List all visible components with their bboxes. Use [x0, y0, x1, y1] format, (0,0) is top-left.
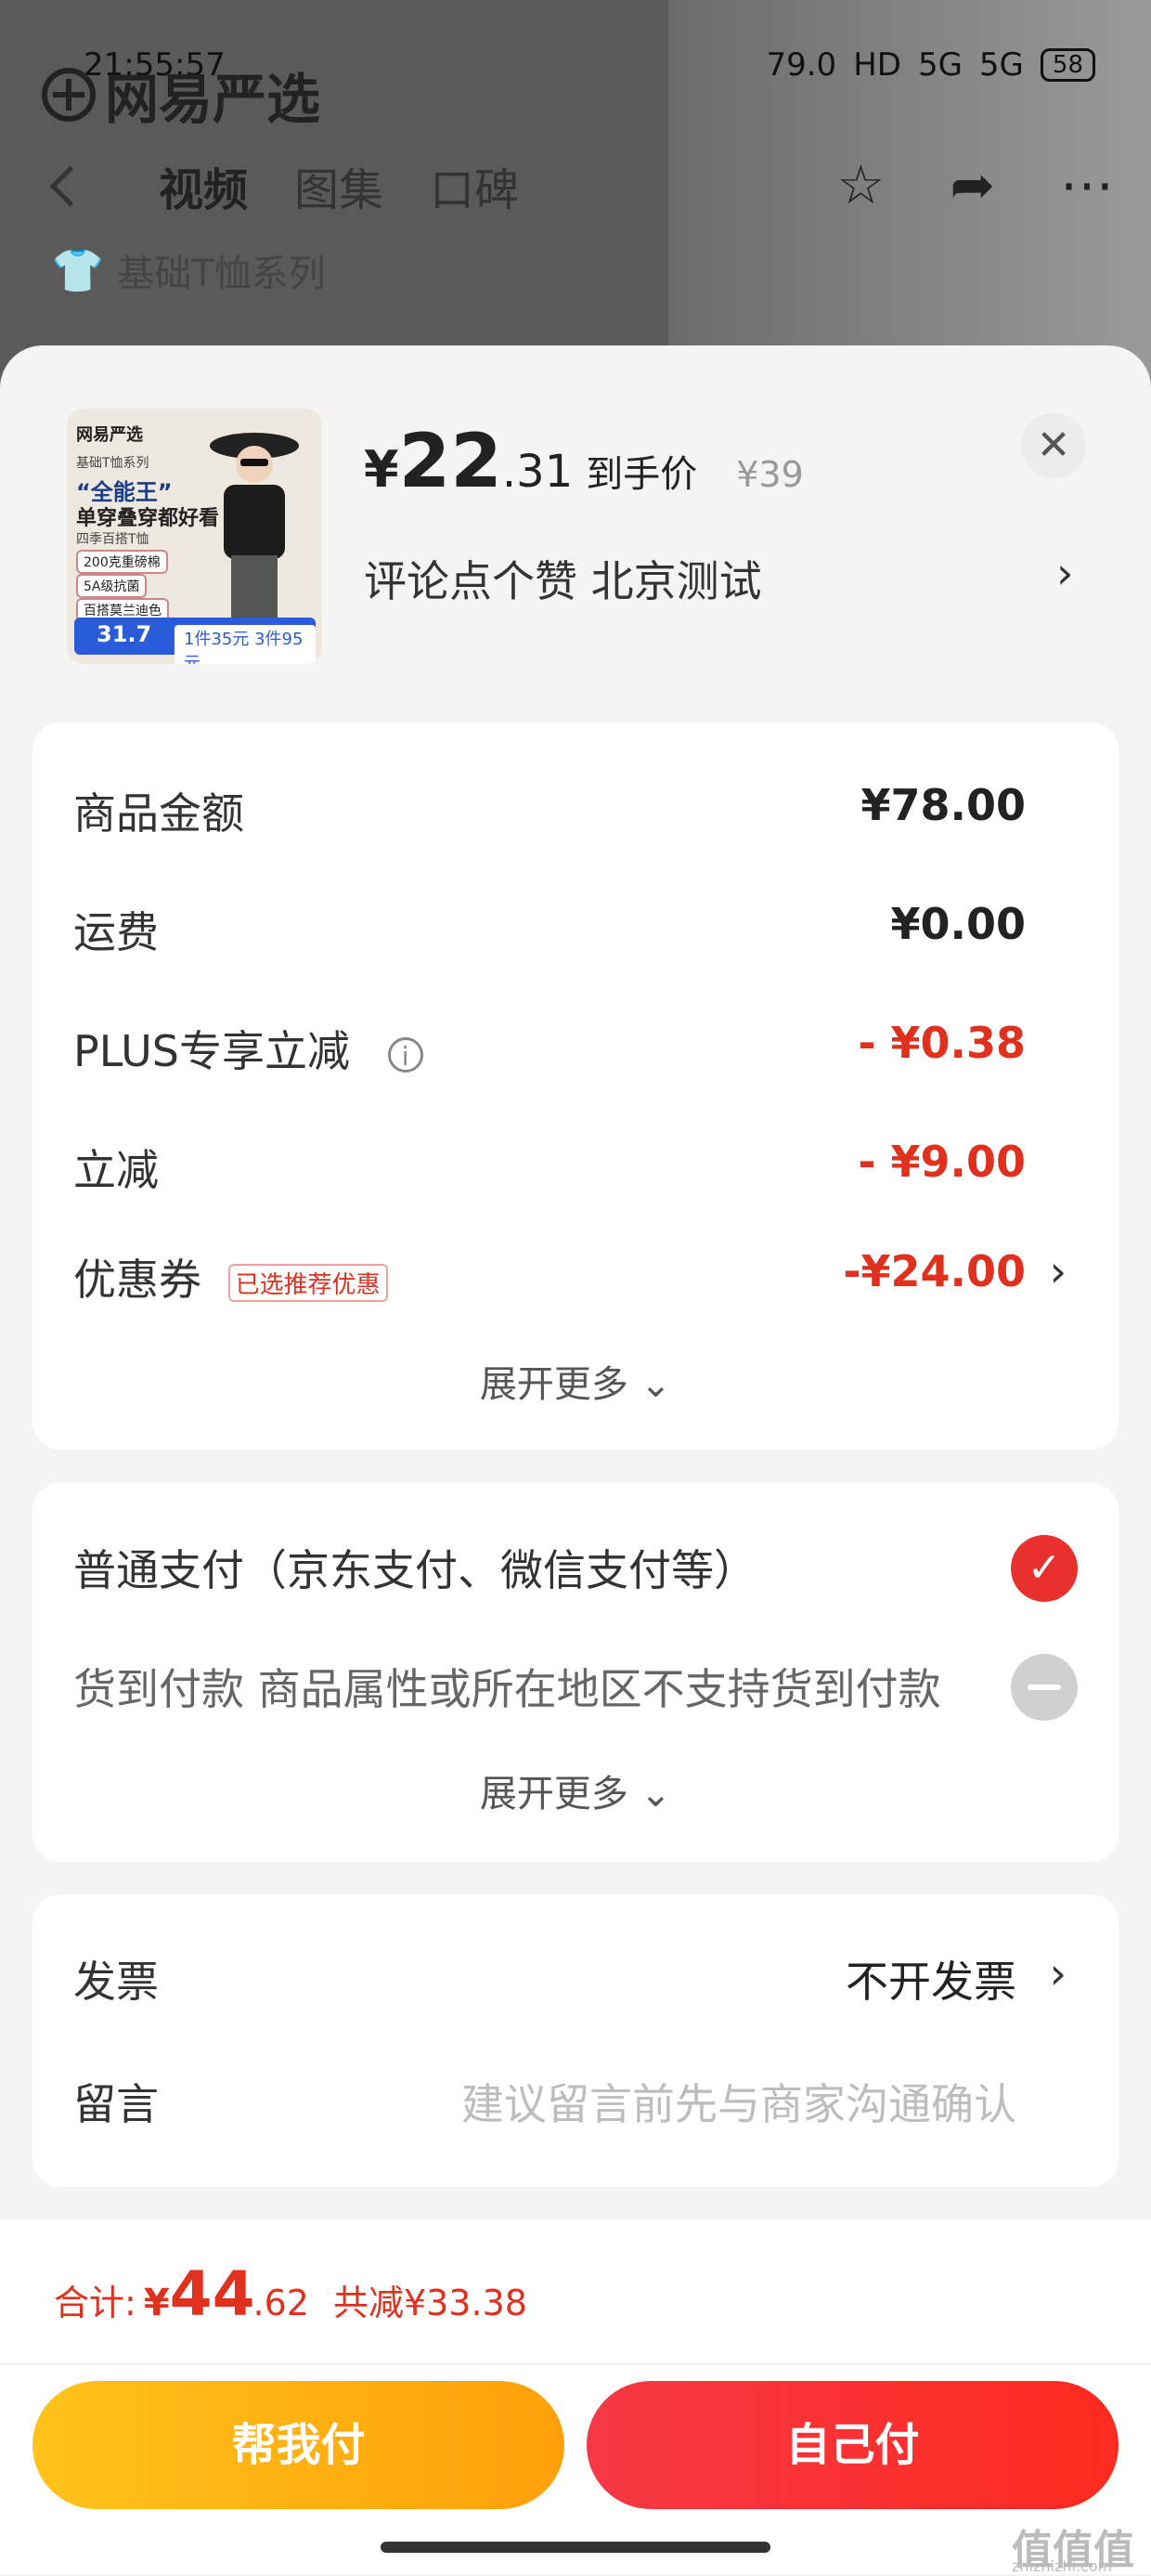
- battery-indicator: 58: [1040, 48, 1095, 82]
- coupon-badge: 已选推荐优惠: [227, 1264, 388, 1302]
- expand-more[interactable]: 展开更多 ⌄: [32, 1354, 1119, 1408]
- thumb-price-bar: 31.7 1件35元 3件95元: [74, 618, 316, 664]
- amount-row: PLUS专享立减 i - ¥0.38: [73, 1018, 1119, 1079]
- price-yen: ¥: [364, 440, 399, 499]
- price-integer: 22: [398, 418, 502, 504]
- watermark-url: zhizhizhi.com: [1012, 2557, 1113, 2575]
- total-decimal: .62: [252, 2283, 309, 2323]
- signal-1: 5G: [917, 46, 963, 84]
- amount-value: - ¥9.00: [858, 1137, 1026, 1187]
- payment-option-label: 普通支付（京东支付、微信支付等）: [73, 1545, 757, 1595]
- amount-value: ¥0.00: [890, 899, 1026, 949]
- amount-label: 商品金额: [73, 788, 244, 839]
- invoice-row[interactable]: 发票 不开发票 ›: [73, 1948, 1119, 2010]
- payment-option-label: 货到付款 商品属性或所在地区不支持货到付款: [73, 1664, 941, 1714]
- total-integer: 44: [169, 2258, 255, 2330]
- signal-2: 5G: [978, 46, 1024, 84]
- amount-label: 立减: [73, 1145, 159, 1195]
- product-price: ¥ 22 .31 到手价 ¥39: [364, 418, 804, 504]
- amount-label: 优惠券: [73, 1255, 201, 1305]
- amount-value: ¥78.00: [860, 780, 1026, 830]
- chevron-right-icon[interactable]: ›: [1050, 1246, 1067, 1296]
- expand-more-label: 展开更多: [479, 1363, 628, 1406]
- footer-divider: [0, 2363, 1151, 2365]
- total-label: 合计:: [54, 2283, 136, 2323]
- top-nav: 视频 图集 口碑 ☆ ➦ ⋯: [49, 153, 1114, 218]
- amounts-card: 商品金额 ¥78.00 运费 ¥0.00 PLUS专享立减 i - ¥0.38 …: [32, 722, 1119, 1450]
- chevron-right-icon[interactable]: ›: [1056, 548, 1073, 598]
- amount-value: -¥24.00: [843, 1246, 1026, 1296]
- product-thumbnail[interactable]: 网易严选 基础T恤系列 “全能王” 单穿叠穿都好看 四季百搭T恤 200克重磅棉…: [67, 409, 322, 664]
- amount-label: 运费: [73, 907, 159, 957]
- tshirt-icon: 👕: [51, 244, 105, 295]
- brand-name: 网易严选: [105, 68, 321, 131]
- expand-more[interactable]: 展开更多 ⌄: [32, 1763, 1119, 1817]
- note-label: 留言: [73, 2079, 159, 2129]
- thumb-price: 31.7: [97, 621, 152, 647]
- thumb-promo: 1件35元 3件95元: [175, 625, 316, 664]
- payment-card: 普通支付（京东支付、微信支付等） ✓ 货到付款 商品属性或所在地区不支持货到付款…: [32, 1483, 1119, 1862]
- info-icon[interactable]: i: [387, 1036, 423, 1073]
- help-pay-button[interactable]: 帮我付: [32, 2381, 564, 2509]
- note-row[interactable]: 留言 建议留言前先与商家沟通确认: [73, 2071, 1119, 2132]
- back-icon[interactable]: [49, 165, 91, 206]
- note-input[interactable]: 建议留言前先与商家沟通确认: [461, 2071, 1016, 2132]
- thumb-season: 四季百搭T恤: [76, 532, 149, 547]
- chevron-down-icon: ⌄: [640, 1773, 672, 1815]
- coupon-row[interactable]: 优惠券 已选推荐优惠 -¥24.00 ›: [73, 1246, 1119, 1308]
- amount-row: 商品金额 ¥78.00: [73, 780, 1119, 841]
- tab-reviews[interactable]: 口碑: [430, 153, 519, 218]
- payment-option: 货到付款 商品属性或所在地区不支持货到付款: [73, 1656, 1119, 1717]
- invoice-label: 发票: [73, 1957, 159, 2007]
- check-disabled-icon: [1011, 1654, 1078, 1721]
- thumb-brand: 网易严选: [76, 425, 143, 445]
- extras-card: 发票 不开发票 › 留言 建议留言前先与商家沟通确认: [32, 1894, 1119, 2187]
- network-speed: 79.0: [766, 46, 837, 84]
- tab-gallery[interactable]: 图集: [294, 153, 383, 218]
- hd-indicator: HD: [853, 46, 901, 84]
- invoice-value: 不开发票: [846, 1957, 1016, 2007]
- thumb-tag: 5A级抗菌: [76, 574, 148, 598]
- amount-label: PLUS专享立减: [73, 1026, 350, 1076]
- series-label: 👕 基础T恤系列: [51, 243, 326, 297]
- total-summary: 合计: ¥ 44 .62 共减¥33.38: [54, 2258, 527, 2330]
- share-icon[interactable]: ➦: [950, 153, 995, 216]
- tab-video[interactable]: 视频: [159, 153, 248, 218]
- series-name: 基础T恤系列: [117, 253, 326, 295]
- check-selected-icon[interactable]: ✓: [1011, 1535, 1078, 1602]
- more-icon[interactable]: ⋯: [1060, 153, 1114, 216]
- self-pay-button[interactable]: 自己付: [587, 2381, 1119, 2509]
- original-price: ¥39: [736, 454, 804, 495]
- close-icon[interactable]: ✕: [1021, 413, 1086, 478]
- model-figure: [210, 433, 299, 635]
- amount-row: 运费 ¥0.00: [73, 899, 1119, 960]
- price-label: 到手价: [586, 453, 698, 496]
- home-indicator[interactable]: [381, 2542, 770, 2553]
- amount-row: 立减 - ¥9.00: [73, 1137, 1119, 1198]
- star-icon[interactable]: ☆: [836, 153, 885, 216]
- total-savings: 共减¥33.38: [332, 2283, 527, 2323]
- thumb-series: 基础T恤系列: [76, 456, 149, 471]
- status-right: 79.0 HD 5G 5G 58: [766, 46, 1095, 84]
- price-decimal: .31: [501, 446, 574, 498]
- total-yen: ¥: [143, 2282, 170, 2324]
- brand-mark-icon: [42, 68, 96, 122]
- expand-more-label: 展开更多: [479, 1773, 628, 1815]
- chevron-down-icon: ⌄: [640, 1363, 672, 1406]
- amount-value: - ¥0.38: [858, 1018, 1026, 1068]
- nav-actions: ☆ ➦ ⋯: [836, 153, 1114, 216]
- payment-option[interactable]: 普通支付（京东支付、微信支付等）: [73, 1537, 1119, 1598]
- chevron-right-icon[interactable]: ›: [1050, 1948, 1067, 1998]
- product-spec[interactable]: 评论点个赞 北京测试: [364, 548, 762, 609]
- thumb-subline: 单穿叠穿都好看: [76, 507, 220, 530]
- brand-logo: 网易严选: [42, 56, 320, 134]
- thumb-tag: 200克重磅棉: [76, 550, 168, 574]
